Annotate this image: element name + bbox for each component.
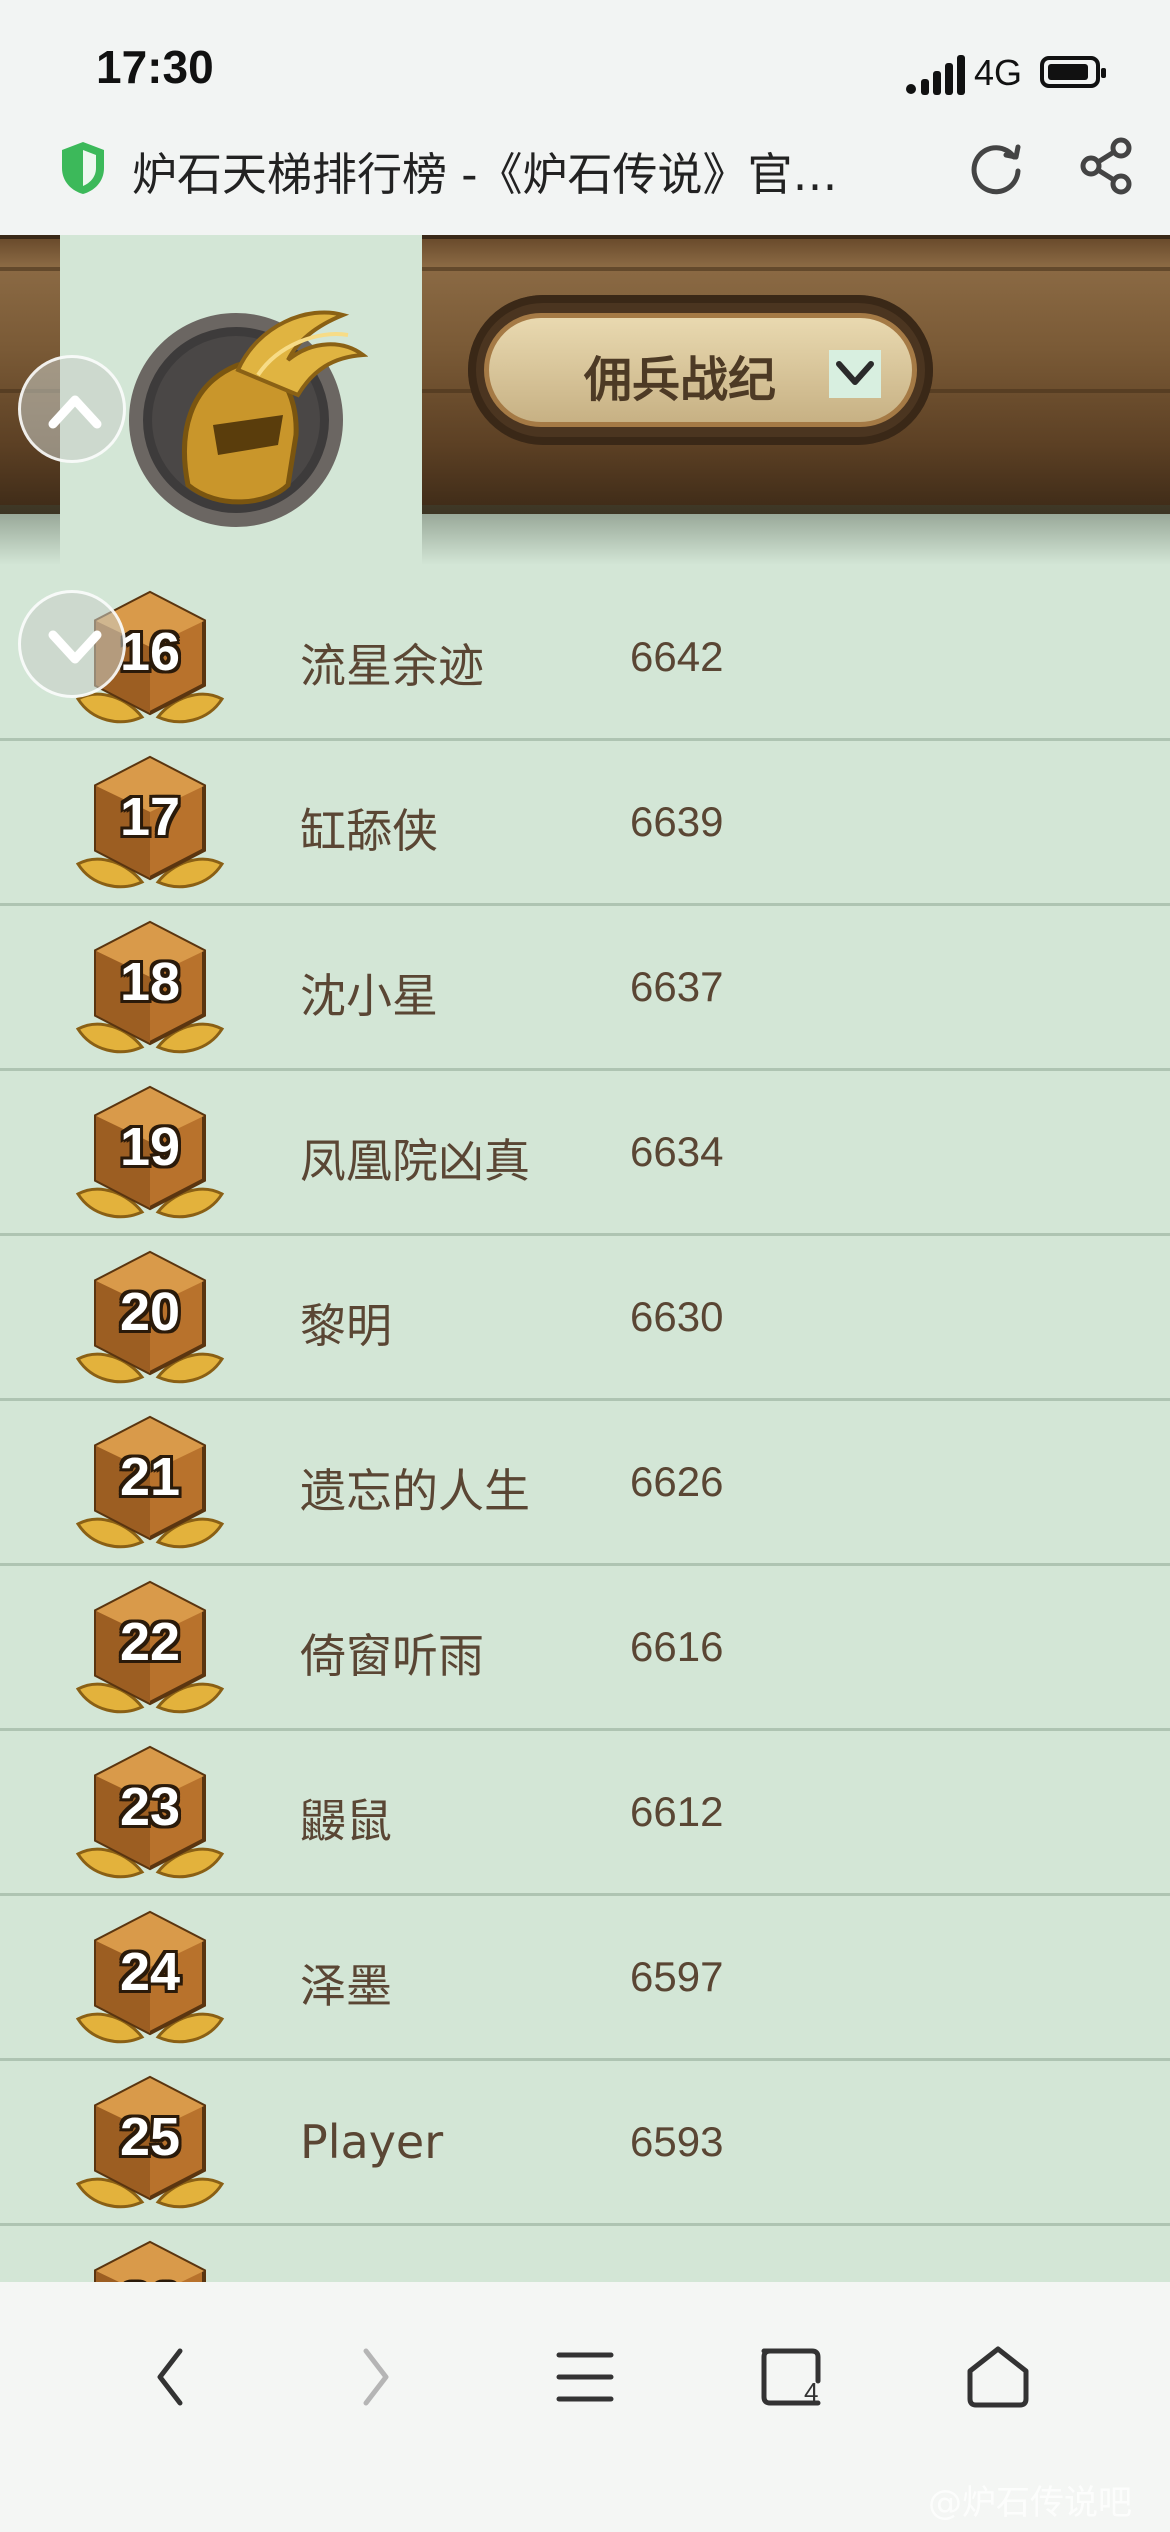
battery-icon: [1040, 56, 1106, 88]
player-name: 倚窗听雨: [300, 1629, 484, 1683]
back-icon[interactable]: [130, 2337, 210, 2417]
shield-icon: [62, 142, 104, 194]
rank-number: 25: [119, 2107, 181, 2167]
signal-icon: [906, 55, 965, 95]
player-name: 凤凰院凶真: [300, 1134, 530, 1188]
player-name: Player: [300, 2115, 444, 2169]
leaderboard-row[interactable]: 24 泽墨 6597: [0, 1895, 1170, 2061]
home-icon[interactable]: [958, 2337, 1038, 2417]
rank-number: 17: [119, 787, 181, 847]
rank-number: 19: [119, 1117, 181, 1177]
leaderboard-row[interactable]: 19 凤凰院凶真 6634: [0, 1070, 1170, 1236]
tabs-count: 4: [804, 2377, 819, 2407]
rank-number: 24: [119, 1942, 181, 2002]
tabs-button[interactable]: 4: [752, 2337, 832, 2417]
scroll-up-button[interactable]: [18, 355, 126, 463]
scroll-down-button[interactable]: [18, 590, 126, 698]
rank-number: 20: [119, 1282, 181, 1342]
player-score: 6597: [630, 1953, 724, 2000]
scroll-up-icon: [48, 395, 102, 429]
player-score: 6612: [630, 1788, 724, 1835]
leaderboard-row[interactable]: 20 黎明 6630: [0, 1235, 1170, 1401]
page-title[interactable]: 炉石天梯排行榜 -《炉石传说》官…: [132, 138, 838, 203]
leaderboard-row[interactable]: 18 沈小星 6637: [0, 905, 1170, 1071]
player-score: 6639: [630, 798, 724, 845]
leaderboard-row[interactable]: 22 倚窗听雨 6616: [0, 1565, 1170, 1731]
leaderboard-row[interactable]: 23 鼹鼠 6612: [0, 1730, 1170, 1896]
share-icon[interactable]: [1075, 134, 1139, 198]
player-name: 泽墨: [300, 1959, 392, 2013]
rank-number: 23: [119, 1777, 181, 1837]
chevron-down-icon[interactable]: [829, 350, 881, 398]
rank-number: 18: [119, 952, 181, 1012]
watermark: @炉石传说吧: [928, 2483, 1132, 2523]
forward-icon[interactable]: [336, 2337, 416, 2417]
player-name: 遗忘的人生: [300, 1464, 530, 1518]
rank-number: 22: [119, 1612, 181, 1672]
player-name: 流星余迹: [300, 639, 484, 693]
leaderboard-row[interactable]: 21 遗忘的人生 6626: [0, 1400, 1170, 1566]
status-time: 17:30: [96, 41, 214, 93]
network-type: 4G: [974, 52, 1023, 93]
rank-number: 21: [119, 1447, 181, 1507]
player-score: 6630: [630, 1293, 724, 1340]
game-mode-label: 佣兵战纪: [584, 352, 777, 408]
browser-address-bar[interactable]: 炉石天梯排行榜 -《炉石传说》官…: [0, 130, 1170, 235]
tabs-icon: [761, 2348, 821, 2406]
player-name: 沈小星: [300, 969, 438, 1023]
player-name: 黎明: [300, 1299, 392, 1353]
player-name: 缸舔侠: [300, 804, 438, 858]
leaderboard-row[interactable]: 16 流星余迹 6642: [0, 575, 1170, 741]
player-score: 6593: [630, 2118, 724, 2165]
player-score: 6642: [630, 633, 724, 680]
helmet-emblem-icon: [129, 310, 368, 527]
player-score: 6626: [630, 1458, 724, 1505]
leaderboard-row[interactable]: 17 缸舔侠 6639: [0, 740, 1170, 906]
player-name: 鼹鼠: [300, 1794, 392, 1848]
status-bar: 17:30 4G: [0, 0, 1170, 130]
game-mode-select[interactable]: 佣兵战纪: [468, 295, 933, 445]
menu-icon[interactable]: [545, 2337, 625, 2417]
player-score: 6637: [630, 963, 724, 1010]
leaderboard-row[interactable]: 25 Player 6593: [0, 2060, 1170, 2226]
scroll-down-icon: [48, 630, 102, 664]
player-score: 6634: [630, 1128, 724, 1175]
player-score: 6616: [630, 1623, 724, 1670]
reload-icon[interactable]: [964, 135, 1028, 199]
